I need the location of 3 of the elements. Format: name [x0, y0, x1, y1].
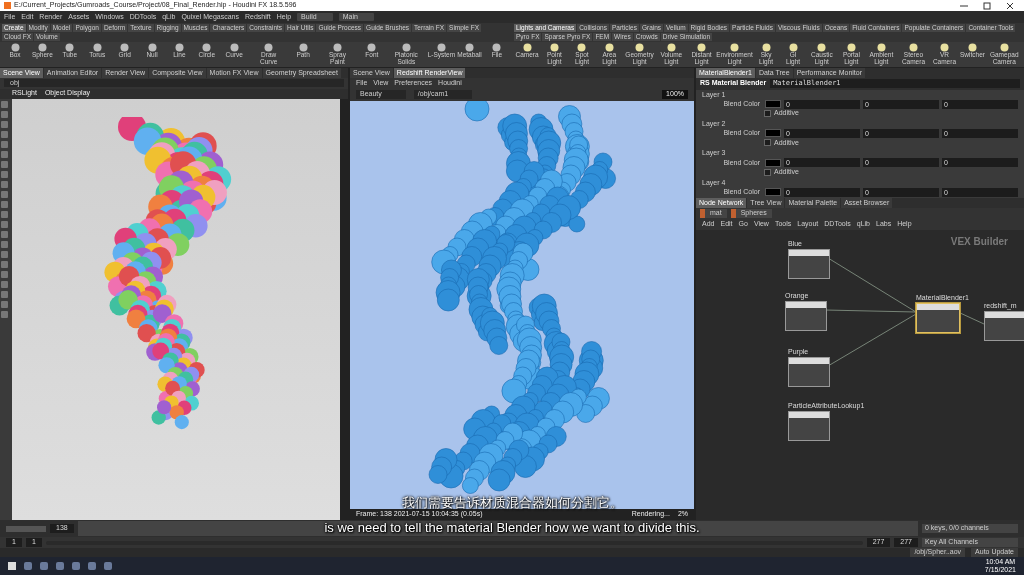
context-label: VEX Builder [950, 236, 1008, 249]
subtitle-chinese: 我们需要告诉材质混合器如何分割它。 [401, 496, 623, 511]
subtitle-english: is we need to tell the material Blender how we want to divide this. [324, 521, 700, 536]
